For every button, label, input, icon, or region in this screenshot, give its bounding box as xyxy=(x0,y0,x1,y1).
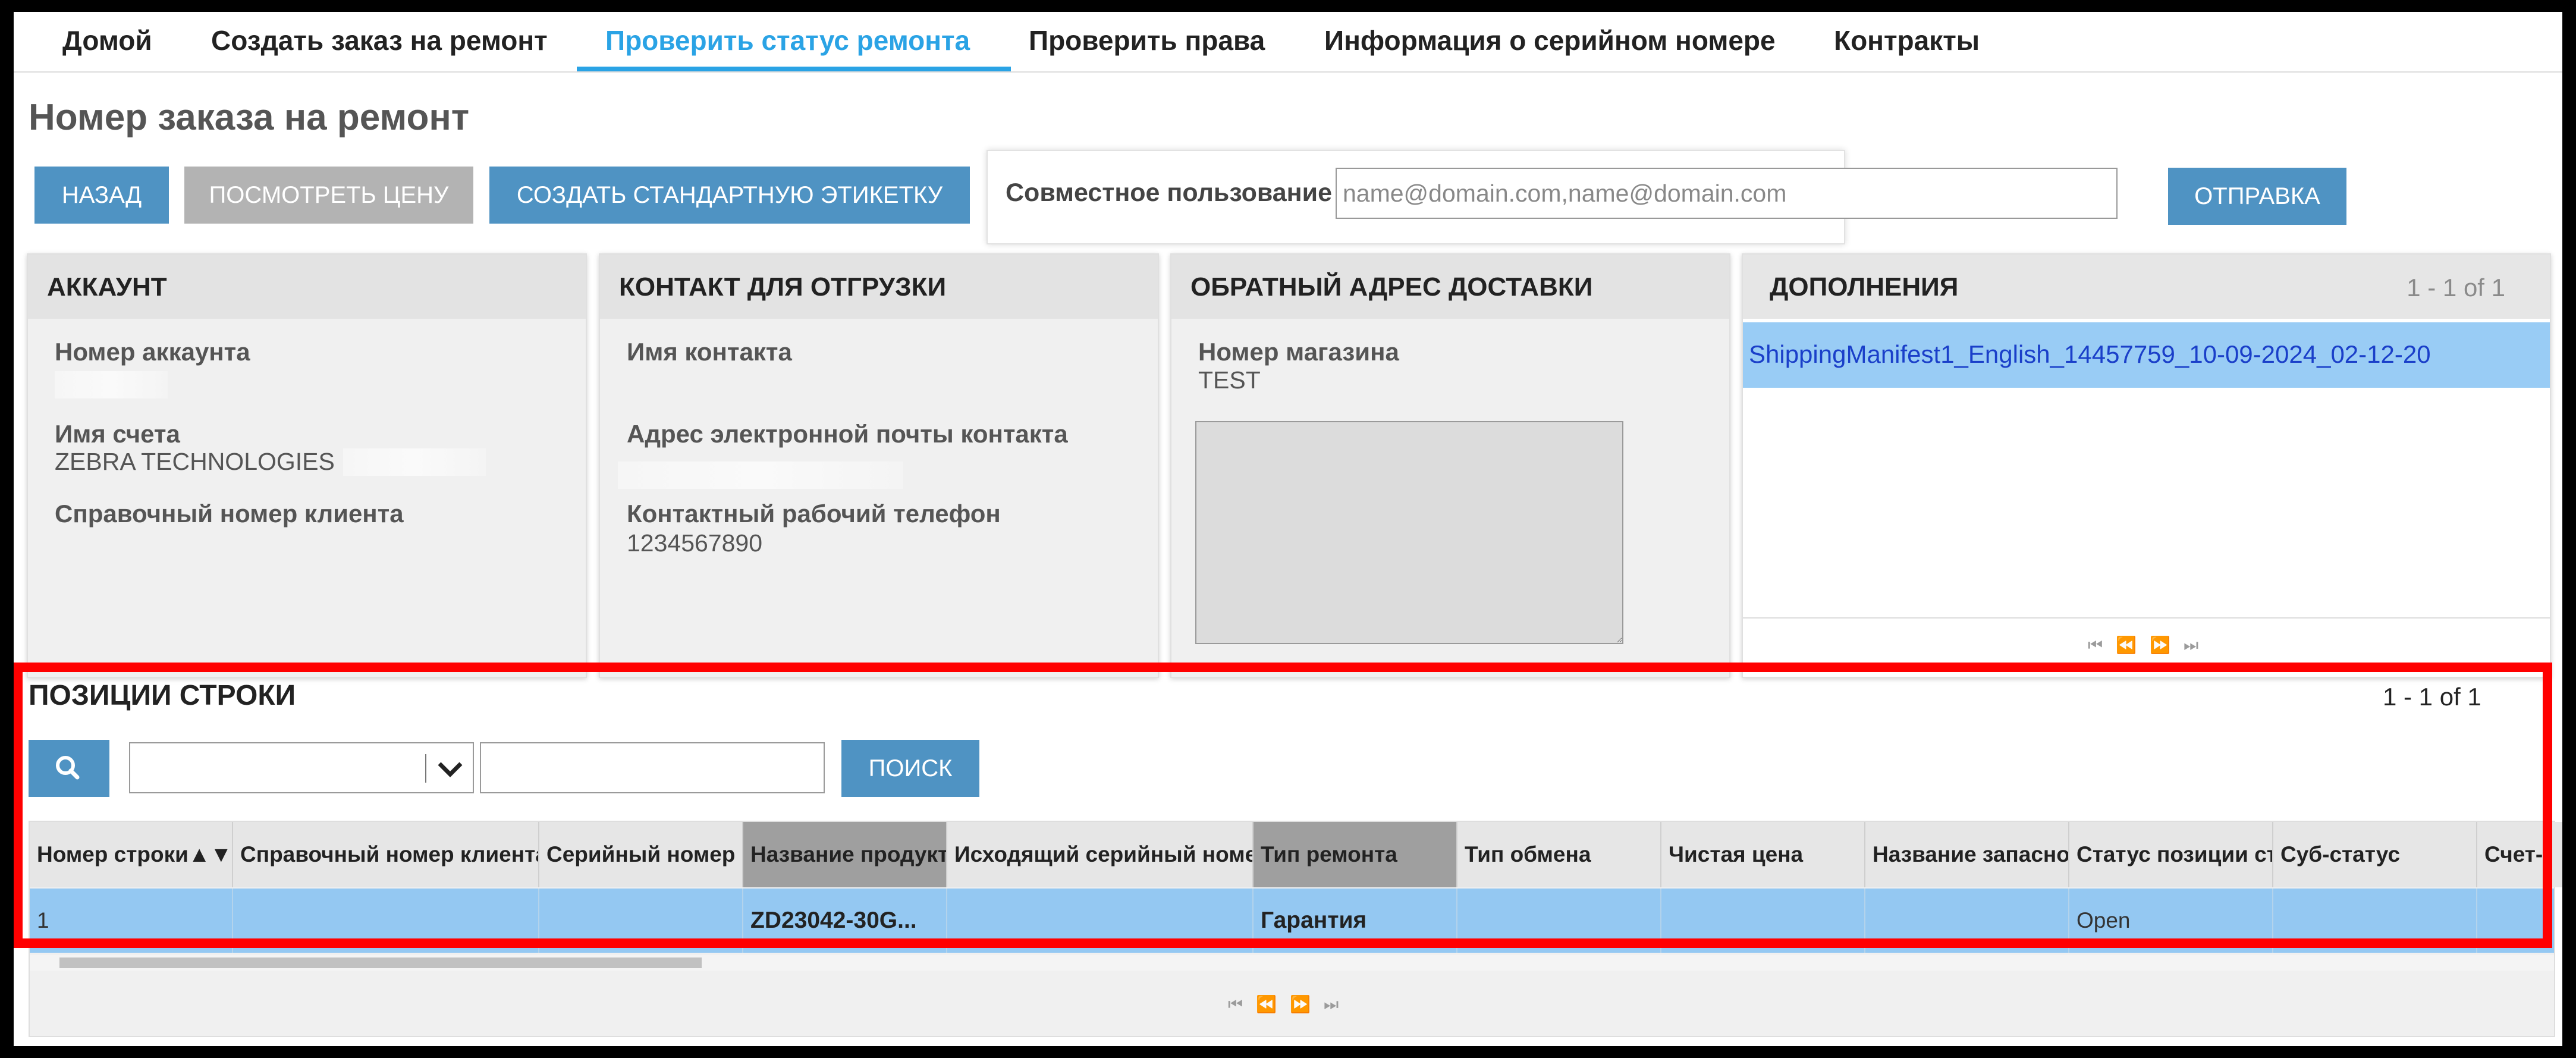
app-frame: Домой Создать заказ на ремонт Проверить … xyxy=(14,12,2562,1046)
col-header-outgoing-serial[interactable]: Исходящий серийный номер xyxy=(947,822,1254,887)
return-address-header: ОБРАТНЫЙ АДРЕС ДОСТАВКИ xyxy=(1171,255,1729,319)
contact-email-value-redacted xyxy=(618,461,903,489)
contact-phone-value: 1234567890 xyxy=(627,529,763,557)
line-items-count: 1 - 1 of 1 xyxy=(2383,683,2481,711)
next-page-icon[interactable]: ⏩ xyxy=(2150,636,2184,654)
store-number-value: TEST xyxy=(1198,366,1261,394)
col-header-line-status[interactable]: Статус позиции строки xyxy=(2069,822,2273,887)
attachment-link[interactable]: ShippingManifest1_English_14457759_10-09… xyxy=(1749,340,2431,369)
account-panel-header: АККАУНТ xyxy=(28,255,586,319)
last-page-icon[interactable]: ⏭ xyxy=(1324,995,1352,1013)
cell-sub-status xyxy=(2273,889,2477,953)
shipping-contact-title: КОНТАКТ ДЛЯ ОТГРУЗКИ xyxy=(619,272,947,302)
attachment-row[interactable]: ShippingManifest1_English_14457759_10-09… xyxy=(1743,322,2550,388)
return-address-title: ОБРАТНЫЙ АДРЕС ДОСТАВКИ xyxy=(1190,272,1593,302)
cell-spare-part-name xyxy=(1865,889,2069,953)
attachments-panel: ДОПОЛНЕНИЯ 1 - 1 of 1 ShippingManifest1_… xyxy=(1742,253,2551,678)
col-header-product-name[interactable]: Название продукта xyxy=(743,822,947,887)
col-header-repair-type[interactable]: Тип ремонта xyxy=(1254,822,1457,887)
attachments-count: 1 - 1 of 1 xyxy=(2407,274,2505,302)
contact-phone-label: Контактный рабочий телефон xyxy=(627,500,1001,528)
prev-page-icon[interactable]: ⏪ xyxy=(1256,995,1290,1013)
line-items-grid: Номер строки▲▼ Справочный номер клиента … xyxy=(29,821,2562,1037)
account-number-value-redacted xyxy=(55,371,168,398)
col-header-invoice[interactable]: Счет- xyxy=(2477,822,2562,887)
send-button[interactable]: ОТПРАВКА xyxy=(2168,168,2346,225)
customer-reference-label: Справочный номер клиента xyxy=(55,500,404,528)
account-name-value-redacted xyxy=(343,448,486,476)
attachments-header: ДОПОЛНЕНИЯ 1 - 1 of 1 xyxy=(1743,255,2550,319)
return-address-panel: ОБРАТНЫЙ АДРЕС ДОСТАВКИ Номер магазина T… xyxy=(1170,253,1730,678)
attachments-pager[interactable]: ⏮⏪⏩⏭ xyxy=(2088,635,2211,655)
nav-home[interactable]: Домой xyxy=(62,12,152,69)
nav-check-entitlement[interactable]: Проверить права xyxy=(1029,12,1265,69)
contact-email-label: Адрес электронной почты контакта xyxy=(627,420,1068,448)
last-page-icon[interactable]: ⏭ xyxy=(2184,636,2211,654)
cell-exchange-type xyxy=(1457,889,1661,953)
shipping-contact-panel: КОНТАКТ ДЛЯ ОТГРУЗКИ Имя контакта Адрес … xyxy=(599,253,1159,678)
select-divider xyxy=(425,754,426,783)
first-page-icon[interactable]: ⏮ xyxy=(2088,636,2116,654)
store-number-label: Номер магазина xyxy=(1198,338,1399,366)
page-title: Номер заказа на ремонт xyxy=(29,97,470,138)
col-header-sub-status[interactable]: Суб-статус xyxy=(2273,822,2477,887)
col-header-net-price[interactable]: Чистая цена xyxy=(1661,822,1865,887)
col-header-customer-ref[interactable]: Справочный номер клиента xyxy=(233,822,539,887)
top-nav: Домой Создать заказ на ремонт Проверить … xyxy=(14,12,2562,73)
nav-serial-number-info[interactable]: Информация о серийном номере xyxy=(1324,12,1776,69)
cell-customer-ref xyxy=(233,889,539,953)
col-header-line-number[interactable]: Номер строки▲▼ xyxy=(30,822,233,887)
account-number-label: Номер аккаунта xyxy=(55,338,250,366)
cell-net-price xyxy=(1661,889,1865,953)
search-button[interactable]: ПОИСК xyxy=(841,740,979,797)
account-panel: АККАУНТ Номер аккаунта Имя счета ZEBRA T… xyxy=(27,253,587,678)
cell-invoice xyxy=(2477,889,2562,953)
return-address-textarea[interactable] xyxy=(1195,421,1623,644)
table-row[interactable]: 1 ZD23042-30G... Гарантия Open xyxy=(30,889,2554,953)
cell-line-status: Open xyxy=(2069,889,2273,953)
nav-contracts[interactable]: Контракты xyxy=(1834,12,1980,69)
share-email-input[interactable] xyxy=(1336,168,2118,219)
back-button[interactable]: НАЗАД xyxy=(34,167,169,224)
chevron-down-icon xyxy=(438,762,463,777)
cell-repair-type: Гарантия xyxy=(1254,889,1457,953)
account-name-value: ZEBRA TECHNOLOGIES xyxy=(55,448,335,475)
scrollbar-thumb[interactable] xyxy=(59,957,702,968)
share-box: Совместное пользование ОТПРАВКА xyxy=(987,150,2346,244)
contact-name-label: Имя контакта xyxy=(627,338,792,366)
next-page-icon[interactable]: ⏩ xyxy=(1290,995,1324,1013)
cell-outgoing-serial xyxy=(947,889,1254,953)
horizontal-scrollbar[interactable] xyxy=(30,955,2554,971)
nav-create-repair-order[interactable]: Создать заказ на ремонт xyxy=(211,12,548,69)
col-header-exchange-type[interactable]: Тип обмена xyxy=(1457,822,1661,887)
prev-page-icon[interactable]: ⏪ xyxy=(2116,636,2150,654)
line-items-pager[interactable]: ⏮⏪⏩⏭ xyxy=(1228,994,1352,1015)
cell-product-name: ZD23042-30G... xyxy=(743,889,947,953)
search-text-input[interactable] xyxy=(480,742,825,793)
cell-line-number: 1 xyxy=(30,889,233,953)
nav-check-repair-status[interactable]: Проверить статус ремонта xyxy=(605,12,970,69)
cell-serial-number xyxy=(539,889,743,953)
account-name-label: Имя счета xyxy=(55,420,180,448)
first-page-icon[interactable]: ⏮ xyxy=(1228,995,1256,1013)
create-standard-label-button[interactable]: СОЗДАТЬ СТАНДАРТНУЮ ЭТИКЕТКУ xyxy=(489,167,970,224)
attachments-divider xyxy=(1743,617,2550,619)
shipping-contact-header: КОНТАКТ ДЛЯ ОТГРУЗКИ xyxy=(600,255,1158,319)
search-icon xyxy=(56,756,80,780)
search-icon-button[interactable] xyxy=(29,740,109,797)
view-price-button[interactable]: ПОСМОТРЕТЬ ЦЕНУ xyxy=(184,167,473,224)
attachments-title: ДОПОЛНЕНИЯ xyxy=(1770,272,1959,302)
line-items-title: ПОЗИЦИИ СТРОКИ xyxy=(29,680,296,711)
account-panel-title: АККАУНТ xyxy=(47,272,167,302)
col-header-serial-number[interactable]: Серийный номер xyxy=(539,822,743,887)
col-header-spare-part-name[interactable]: Название запасной xyxy=(1865,822,2069,887)
search-field-select[interactable] xyxy=(129,742,474,793)
share-label: Совместное пользование xyxy=(1006,178,1333,207)
nav-active-underline xyxy=(577,67,1011,71)
